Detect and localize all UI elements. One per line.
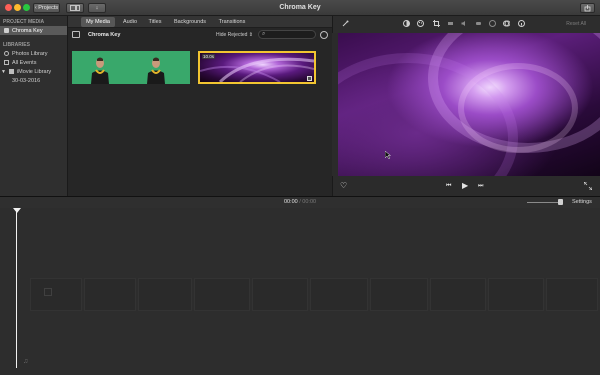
playhead-line[interactable] [16, 208, 17, 368]
up-down-arrows-icon: ⇕ [248, 32, 253, 38]
stabilize-icon[interactable] [447, 20, 454, 27]
timeline-placeholder [138, 278, 192, 311]
sidebar-item-event-date[interactable]: 30-03-2016 [0, 76, 67, 85]
timeline-placeholder [194, 278, 250, 311]
filter-icon[interactable] [503, 20, 510, 27]
person-thumbnail-2 [147, 57, 165, 84]
heart-icon[interactable]: ♡ [340, 181, 347, 191]
timeline-placeholder [488, 278, 544, 311]
wand-icon[interactable] [342, 20, 349, 27]
timeline-placeholder [252, 278, 308, 311]
timecode-display: 00:00 / 00:00 [283, 199, 317, 205]
reset-all-button[interactable]: Reset All [566, 21, 586, 27]
clip-green-screen[interactable] [72, 51, 190, 84]
photos-icon [4, 51, 9, 56]
sidebar-item-photos-library[interactable]: Photos Library [0, 49, 67, 58]
timeline-header: 00:00 / 00:00 Settings [0, 197, 600, 208]
mouse-cursor-icon [385, 151, 391, 159]
library-icon [8, 69, 14, 74]
viewer-toolbar: Reset All [332, 16, 600, 33]
tab-transitions[interactable]: Transitions [214, 17, 250, 27]
info-icon[interactable] [518, 20, 525, 27]
timeline-settings-button[interactable]: Settings [572, 199, 592, 205]
speed-icon[interactable] [489, 20, 496, 27]
tab-titles[interactable]: Titles [144, 17, 166, 27]
search-icon: ⌕ [262, 31, 266, 37]
film-strip-icon [44, 288, 52, 296]
person-thumbnail-1 [91, 57, 109, 84]
sidebar-item-all-events[interactable]: All Events [0, 58, 67, 67]
events-icon [4, 60, 9, 65]
noise-reduction-icon[interactable] [475, 20, 482, 27]
media-browser: Chroma Key Hide Rejected ⇕ ⌕ 10.0s [68, 28, 332, 196]
tab-my-media[interactable]: My Media [81, 17, 115, 27]
project-media-header: PROJECT MEDIA [3, 19, 45, 25]
clip-menu-icon[interactable] [307, 76, 312, 81]
fullscreen-icon[interactable] [584, 182, 592, 190]
search-field[interactable]: ⌕ [258, 30, 316, 39]
browser-header: Chroma Key Hide Rejected ⇕ ⌕ [68, 28, 332, 42]
skip-back-button[interactable]: ⏮ [446, 181, 451, 191]
window-title: Chroma Key [279, 4, 321, 11]
playhead-handle[interactable] [13, 208, 21, 213]
skip-forward-button[interactable]: ⏭ [478, 181, 483, 191]
title-bar: ‹ Projects ↓ Chroma Key [0, 0, 600, 16]
browser-settings-icon[interactable] [320, 31, 328, 39]
libraries-sidebar: PROJECT MEDIA Chroma Key LIBRARIES Photo… [0, 16, 68, 196]
crop-icon[interactable] [433, 20, 440, 27]
timeline-placeholder [30, 278, 82, 311]
clip-purple-background[interactable]: 10.0s [198, 51, 316, 84]
timeline-area[interactable]: ♫ [0, 208, 600, 375]
swirl-highlight-3 [458, 63, 578, 153]
color-balance-icon[interactable] [403, 20, 410, 27]
sidebar-item-chroma-key[interactable]: Chroma Key [0, 26, 67, 35]
tab-audio[interactable]: Audio [118, 17, 142, 27]
media-tabs: My Media Audio Titles Backgrounds Transi… [68, 16, 332, 28]
timeline-placeholder [84, 278, 136, 311]
timeline-placeholder [546, 278, 598, 311]
tab-backgrounds[interactable]: Backgrounds [169, 17, 211, 27]
disclosure-triangle-icon[interactable]: ▼ [1, 69, 6, 75]
browser-title: Chroma Key [88, 32, 121, 38]
purple-swirl-thumbnail [200, 57, 314, 82]
film-icon [4, 28, 9, 33]
color-palette-icon[interactable] [417, 20, 424, 27]
timeline-placeholder [430, 278, 486, 311]
play-button[interactable]: ▶ [462, 181, 468, 191]
timeline-zoom-slider[interactable] [527, 202, 561, 203]
sidebar-item-imovie-library[interactable]: ▼ iMovie Library [0, 67, 67, 76]
share-button[interactable] [580, 3, 595, 13]
volume-icon[interactable] [461, 20, 468, 27]
viewer-preview[interactable] [338, 33, 600, 176]
share-icon [584, 5, 591, 12]
timeline-placeholder [370, 278, 428, 311]
timeline-placeholder [310, 278, 368, 311]
sidebar-toggle-icon[interactable] [72, 31, 80, 38]
audio-track-icon: ♫ [23, 358, 29, 365]
libraries-header: LIBRARIES [3, 42, 30, 48]
hide-rejected-dropdown[interactable]: Hide Rejected ⇕ [216, 32, 253, 38]
playback-controls: ♡ ⏮ ▶ ⏭ [332, 176, 600, 196]
zoom-slider-thumb[interactable] [558, 199, 563, 205]
